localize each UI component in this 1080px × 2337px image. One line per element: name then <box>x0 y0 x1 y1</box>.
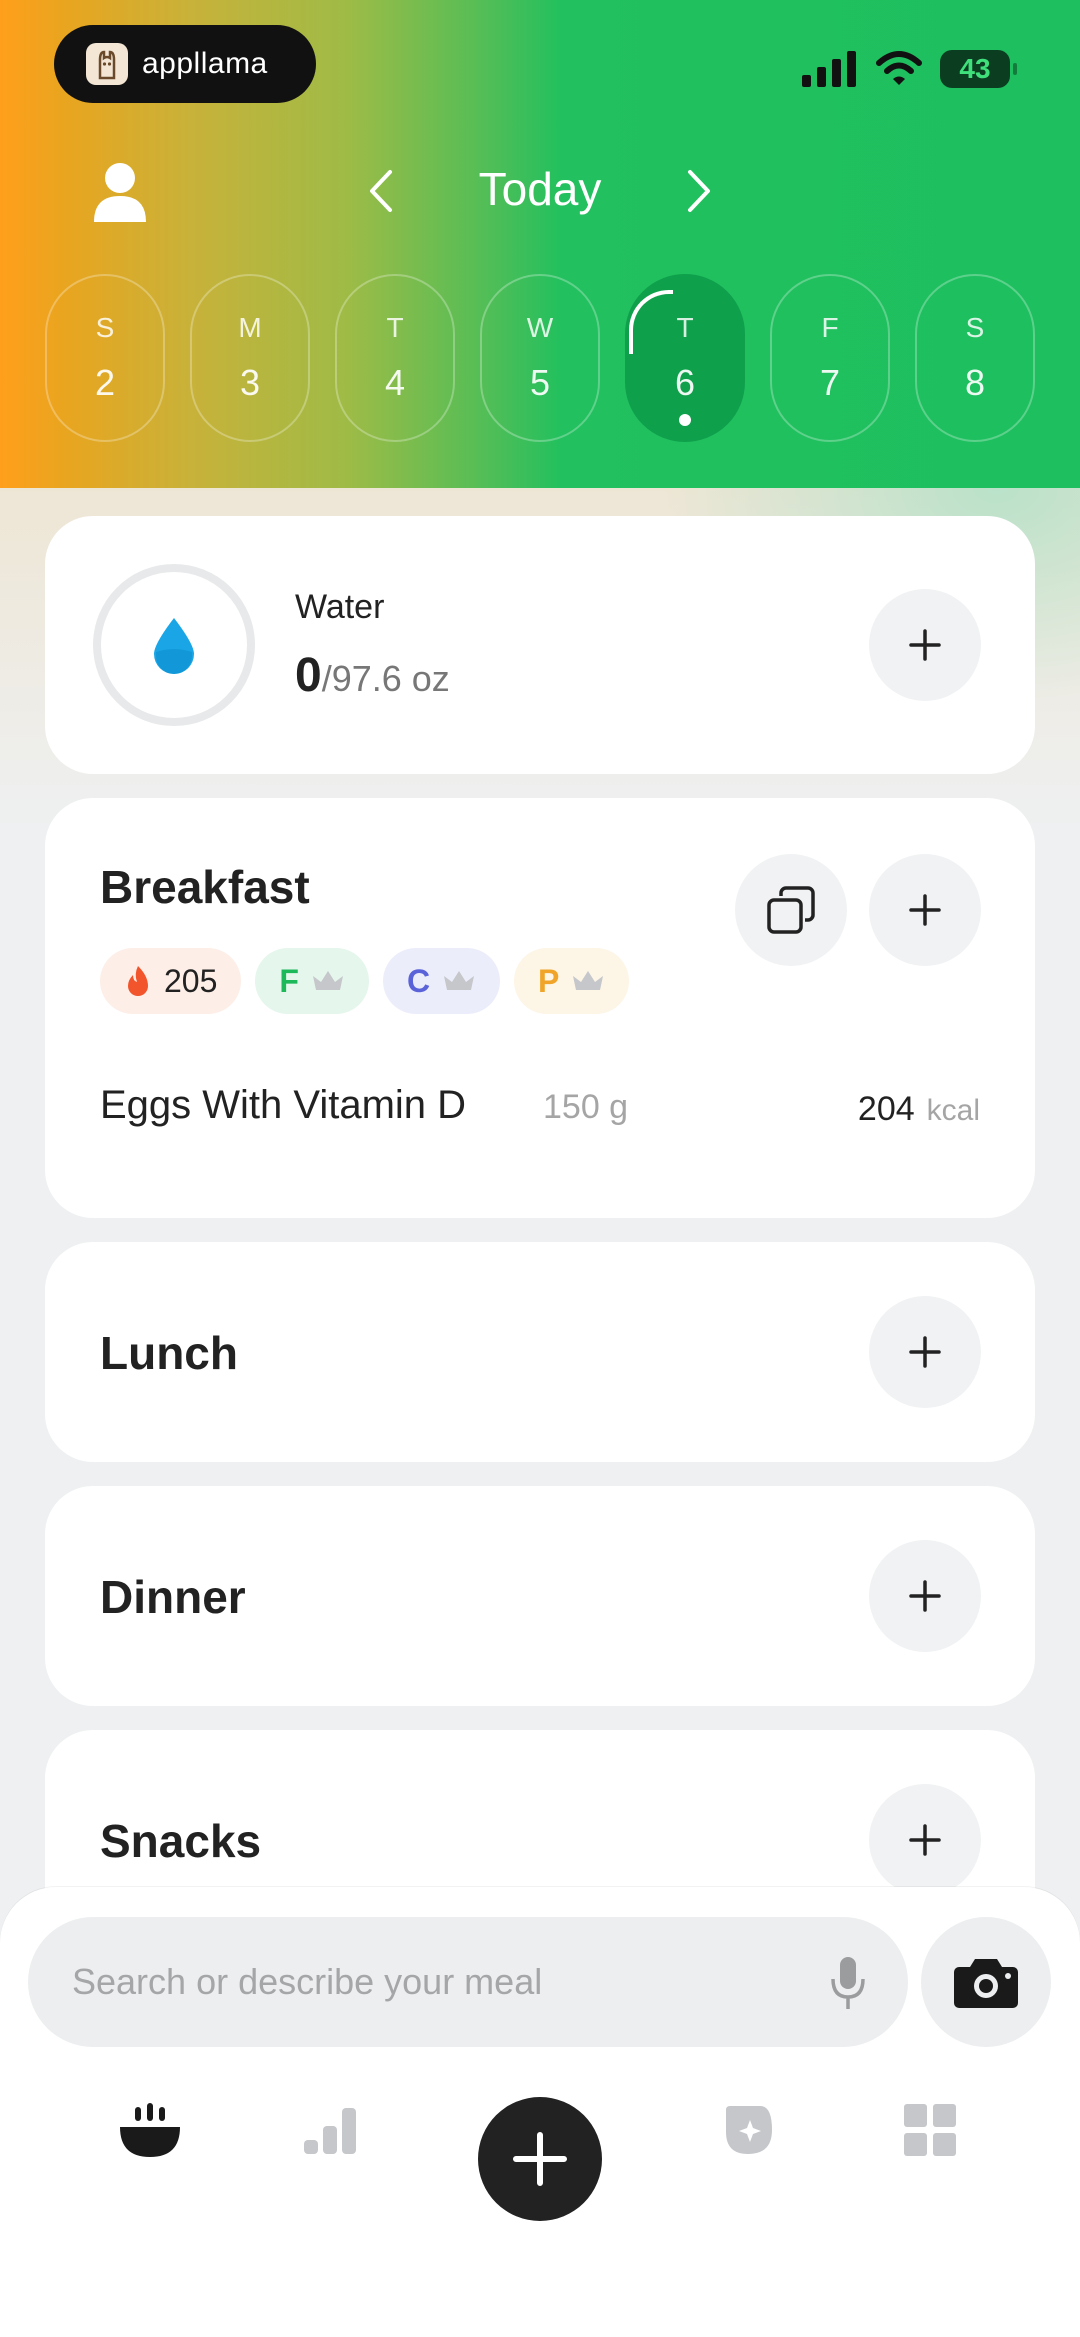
breakfast-card: Breakfast 205 F C P Eggs With Vitamin D … <box>45 798 1035 1218</box>
plus-icon <box>909 1824 941 1856</box>
camera-icon <box>954 1959 1018 2008</box>
copy-icon <box>767 886 815 934</box>
plus-icon <box>909 629 941 661</box>
add-dinner-button[interactable] <box>869 1540 981 1652</box>
food-item-qty: 150 g <box>543 1088 629 1126</box>
kcal-unit: kcal <box>926 1094 980 1127</box>
lunch-card: Lunch <box>45 1242 1035 1462</box>
tab-ai[interactable] <box>708 2090 788 2170</box>
llama-logo-icon <box>86 43 128 85</box>
water-drop-icon <box>154 618 194 674</box>
dinner-title: Dinner <box>100 1571 246 1623</box>
water-label: Water <box>295 588 385 626</box>
plus-icon <box>909 1580 941 1612</box>
water-current: 0 <box>295 649 322 702</box>
kcal-value: 204 <box>857 1090 915 1128</box>
chevron-right-icon[interactable] <box>678 166 718 216</box>
water-amount: 0/97.6 oz <box>295 648 450 703</box>
snacks-title: Snacks <box>100 1815 262 1867</box>
add-water-button[interactable] <box>869 589 981 701</box>
signal-icon <box>802 51 856 87</box>
search-input[interactable] <box>72 1961 812 2003</box>
day-wed[interactable]: W5 <box>480 274 600 442</box>
day-letter: T <box>386 312 404 343</box>
day-mon[interactable]: M3 <box>190 274 310 442</box>
plus-icon <box>513 2132 567 2186</box>
food-item-name[interactable]: Eggs With Vitamin D <box>100 1083 466 1128</box>
day-letter: T <box>676 312 694 343</box>
day-fri[interactable]: F7 <box>770 274 890 442</box>
add-lunch-button[interactable] <box>869 1296 981 1408</box>
day-letter: F <box>821 312 839 343</box>
calories-chip: 205 <box>100 948 242 1014</box>
week-strip: S2 M3 T4 W5 T6 F7 S8 <box>45 274 1035 442</box>
crown-icon <box>573 971 604 990</box>
microphone-icon[interactable] <box>828 1955 868 2011</box>
day-letter: S <box>95 312 115 343</box>
carbs-chip[interactable]: C <box>382 948 501 1014</box>
chevron-left-icon[interactable] <box>362 166 402 216</box>
add-breakfast-button[interactable] <box>869 854 981 966</box>
day-number: 3 <box>239 362 261 403</box>
copy-meal-button[interactable] <box>735 854 847 966</box>
plus-icon <box>909 1336 941 1368</box>
day-thu-selected[interactable]: T6 <box>625 274 745 442</box>
day-number: 5 <box>529 362 551 403</box>
flame-icon <box>128 966 148 996</box>
protein-chip[interactable]: P <box>514 948 630 1014</box>
plus-icon <box>909 894 941 926</box>
crown-icon <box>444 971 475 990</box>
day-letter: M <box>238 312 262 343</box>
brand-label: appllama <box>142 47 268 80</box>
today-dot <box>679 414 691 426</box>
search-bar <box>28 1917 908 2047</box>
day-number: 6 <box>674 362 696 403</box>
fat-label: F <box>279 962 299 999</box>
day-letter: W <box>526 312 554 343</box>
camera-button[interactable] <box>921 1917 1051 2047</box>
add-snacks-button[interactable] <box>869 1784 981 1896</box>
day-sat[interactable]: S8 <box>915 274 1035 442</box>
water-card: Water 0/97.6 oz <box>45 516 1035 774</box>
ai-badge-icon <box>726 2106 772 2154</box>
dinner-card: Dinner <box>45 1486 1035 1706</box>
food-item-kcal: 204 kcal <box>858 1090 980 1129</box>
profile-icon[interactable] <box>92 160 148 222</box>
day-number: 7 <box>819 362 841 403</box>
bowl-icon <box>120 2103 180 2157</box>
macro-chips: 205 F C P <box>100 948 630 1014</box>
day-sun[interactable]: S2 <box>45 274 165 442</box>
status-icons: 43 <box>802 50 1017 88</box>
tab-diary[interactable] <box>110 2090 190 2170</box>
calories-value: 205 <box>164 962 218 999</box>
lunch-title: Lunch <box>100 1327 238 1379</box>
day-number: 4 <box>384 362 406 403</box>
day-tue[interactable]: T4 <box>335 274 455 442</box>
protein-label: P <box>538 962 560 999</box>
grid-icon <box>904 2104 956 2156</box>
day-letter: S <box>965 312 985 343</box>
date-title: Today <box>478 163 602 215</box>
battery-indicator: 43 <box>940 50 1017 88</box>
tab-more[interactable] <box>890 2090 970 2170</box>
crown-icon <box>312 971 343 990</box>
water-progress-ring <box>93 564 255 726</box>
fat-chip[interactable]: F <box>255 948 369 1014</box>
app-badge: appllama <box>54 25 316 103</box>
day-number: 8 <box>964 362 986 403</box>
tab-stats[interactable] <box>290 2090 370 2170</box>
carbs-label: C <box>406 962 431 999</box>
add-fab-button[interactable] <box>478 2097 602 2221</box>
bar-chart-icon <box>304 2108 356 2154</box>
wifi-icon <box>876 51 922 85</box>
day-number: 2 <box>94 362 116 403</box>
breakfast-title: Breakfast <box>100 861 310 913</box>
water-goal: /97.6 oz <box>321 658 450 699</box>
date-nav: Today <box>0 150 1080 230</box>
